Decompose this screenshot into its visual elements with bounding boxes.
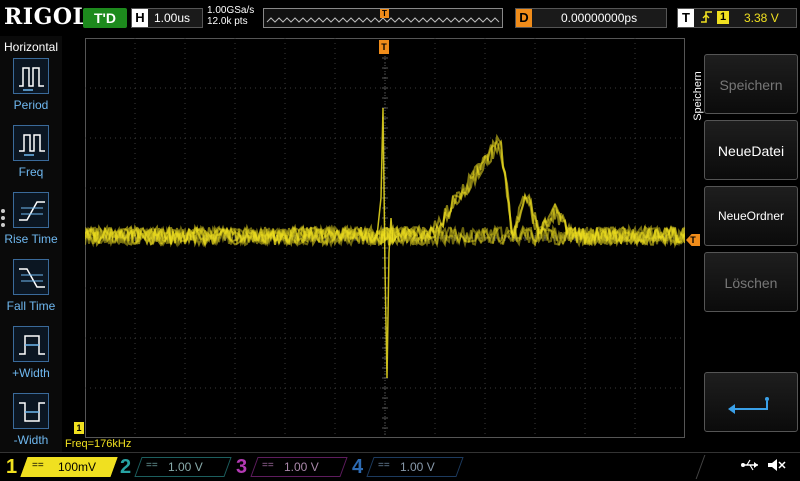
channel-1-number: 1 — [6, 456, 18, 478]
neg-width-icon — [13, 393, 49, 429]
run-status-badge[interactable]: T'D — [83, 8, 127, 28]
top-status-bar: RIGOL T'D H 1.00us 1.00GSa/s 12.0k pts T… — [0, 0, 800, 36]
new-file-label: NeueDatei — [717, 143, 785, 159]
channel-1-ground-marker[interactable]: 1 — [74, 422, 84, 434]
save-menu: Speichern Speichern NeueDatei NeueOrdner… — [686, 38, 800, 450]
new-folder-label: NeueOrdner — [717, 209, 785, 223]
measure-pos-width-button[interactable]: +Width — [0, 326, 62, 392]
measure-freq-button[interactable]: Freq — [0, 125, 62, 191]
freq-measurement: Freq=176kHz — [65, 438, 132, 450]
memory-depth: 12.0k pts — [207, 16, 248, 27]
measure-neg-width-button[interactable]: -Width — [0, 393, 62, 459]
channel-1-status[interactable]: 1 == 100mV — [6, 455, 118, 479]
measure-period-label: Period — [13, 98, 49, 112]
measure-fall-time-button[interactable]: Fall Time — [0, 259, 62, 325]
sample-info: 1.00GSa/s 12.0k pts — [207, 5, 254, 27]
pos-width-icon — [13, 326, 49, 362]
waveform-display[interactable] — [85, 38, 685, 438]
channel-4-scale: 1.00 V — [400, 460, 435, 474]
timebase-value: 1.00us — [154, 11, 191, 25]
usb-icon — [740, 457, 760, 476]
memory-trigger-marker: T — [380, 9, 389, 18]
channel-4-number: 4 — [352, 456, 364, 478]
rise-time-icon — [13, 192, 49, 228]
measure-neg-width-label: -Width — [13, 433, 49, 447]
measure-period-button[interactable]: Period — [0, 58, 62, 124]
measure-rise-time-label: Rise Time — [4, 232, 58, 246]
delay-key-label: D — [516, 9, 532, 27]
new-folder-button[interactable]: NeueOrdner — [704, 186, 798, 246]
trigger-level-value: 3.38 V — [744, 11, 779, 25]
horizontal-timebase-display[interactable]: H 1.00us — [131, 8, 203, 28]
fall-time-icon — [13, 259, 49, 295]
rising-edge-icon — [700, 9, 714, 30]
measure-menu: Horizontal Period Freq Rise Time Fall Ti… — [0, 36, 62, 452]
measure-fall-time-label: Fall Time — [6, 299, 56, 313]
trigger-source-channel: 1 — [717, 11, 729, 24]
channel-status-bar: 1 == 100mV 2 == 1.00 V 3 == 1.00 V 4 == … — [0, 452, 800, 481]
save-button[interactable]: Speichern — [704, 54, 798, 114]
sample-rate: 1.00GSa/s — [207, 5, 255, 16]
trigger-position-marker[interactable]: T — [379, 40, 389, 54]
channel-2-number: 2 — [120, 456, 132, 478]
channel-3-coupling-icon: == — [262, 460, 274, 471]
channel-3-scale: 1.00 V — [284, 460, 319, 474]
save-button-label: Speichern — [719, 77, 783, 93]
channel-1-coupling-icon: == — [32, 460, 44, 471]
channel-3-number: 3 — [236, 456, 248, 478]
speaker-muted-icon — [766, 457, 786, 476]
save-menu-title: Speichern — [692, 71, 704, 121]
period-icon — [13, 58, 49, 94]
channel-2-status[interactable]: 2 == 1.00 V — [120, 455, 232, 479]
memory-overview-bar: T — [263, 8, 503, 28]
measure-rise-time-button[interactable]: Rise Time — [0, 192, 62, 258]
delay-display[interactable]: D 0.00000000ps — [515, 8, 667, 28]
measure-freq-label: Freq — [18, 165, 44, 179]
channel-2-coupling-icon: == — [146, 460, 158, 471]
horizontal-key-label: H — [132, 9, 148, 27]
trigger-key-label: T — [678, 9, 694, 27]
channel-4-status[interactable]: 4 == 1.00 V — [352, 455, 464, 479]
rigol-logo: RIGOL — [4, 4, 89, 30]
delete-label: Löschen — [724, 275, 778, 291]
trigger-display[interactable]: T 1 3.38 V — [677, 8, 797, 28]
save-menu-tab: Speichern — [688, 42, 704, 152]
channel-1-scale: 100mV — [58, 460, 97, 474]
measure-pos-width-label: +Width — [12, 366, 50, 380]
channel-3-status[interactable]: 3 == 1.00 V — [236, 455, 348, 479]
return-arrow-icon — [728, 397, 769, 414]
channel-2-scale: 1.00 V — [168, 460, 203, 474]
return-button[interactable] — [704, 372, 798, 432]
delete-button[interactable]: Löschen — [704, 252, 798, 312]
measure-menu-title: Horizontal — [3, 40, 59, 54]
delay-value: 0.00000000ps — [561, 11, 638, 25]
new-file-button[interactable]: NeueDatei — [704, 120, 798, 180]
channel-4-coupling-icon: == — [378, 460, 390, 471]
freq-icon — [13, 125, 49, 161]
